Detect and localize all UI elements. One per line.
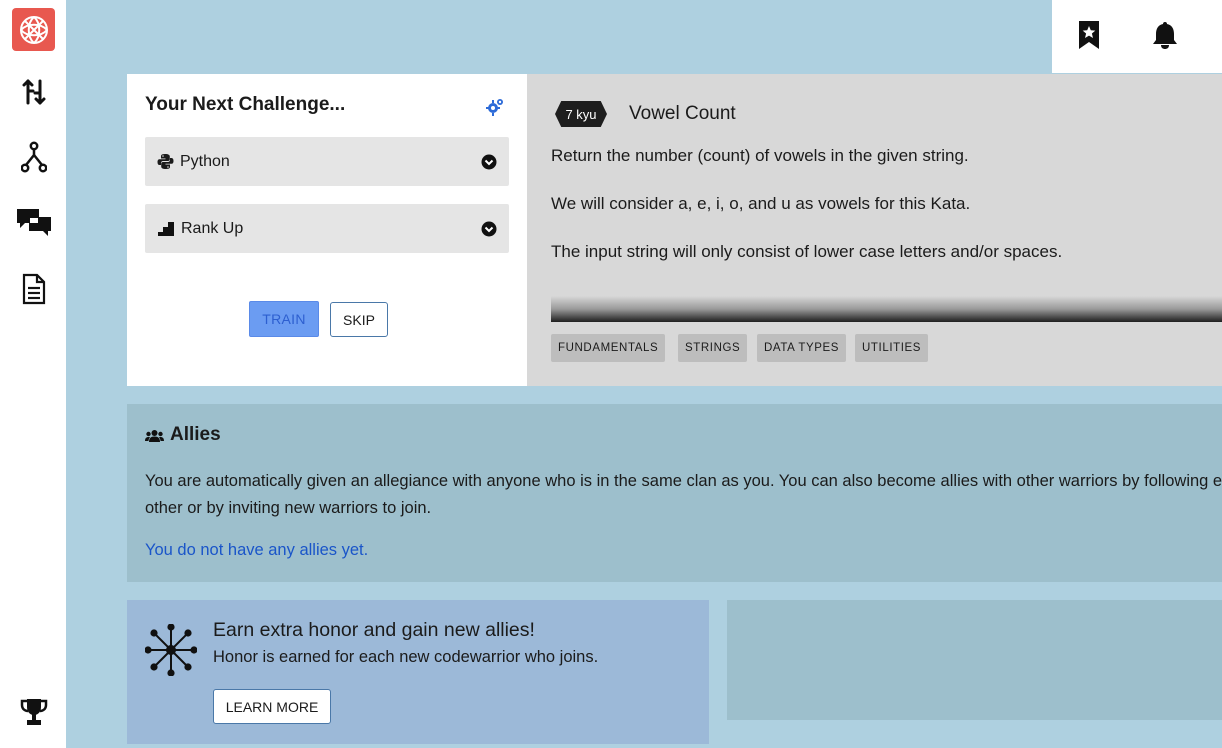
allies-panel: Allies You are automatically given an al… xyxy=(127,404,1222,582)
kata-description-line: We will consider a, e, i, o, and u as vo… xyxy=(551,194,971,213)
fork-icon[interactable] xyxy=(15,140,53,174)
discuss-chat-icon[interactable] xyxy=(15,204,53,238)
no-allies-message: You do not have any allies yet. xyxy=(145,541,369,559)
language-select[interactable]: Python xyxy=(145,137,509,186)
tag-data-types[interactable]: DATA TYPES xyxy=(757,334,847,362)
description-fade xyxy=(551,296,1222,322)
strategy-label: Rank Up xyxy=(181,219,244,237)
python-icon xyxy=(157,153,174,170)
chevron-down-icon xyxy=(481,154,497,170)
allies-title: Allies xyxy=(170,424,221,445)
learn-more-button[interactable]: LEARN MORE xyxy=(213,689,331,724)
next-challenge-heading: Your Next Challenge... xyxy=(145,94,346,115)
empty-panel xyxy=(727,600,1222,720)
rank-up-steps-icon xyxy=(157,221,175,237)
tag-fundamentals[interactable]: FUNDAMENTALS xyxy=(551,334,666,362)
docs-document-icon[interactable] xyxy=(15,272,53,306)
next-challenge-panel: Your Next Challenge... Python Rank Up TR… xyxy=(127,74,527,386)
tag-strings[interactable]: STRINGS xyxy=(678,334,748,362)
kyu-rank-badge: 7 kyu xyxy=(555,101,607,127)
settings-gear-icon[interactable] xyxy=(484,96,506,118)
bookmark-star-icon[interactable] xyxy=(1073,18,1105,52)
sidebar xyxy=(0,0,66,748)
tag-utilities[interactable]: UTILITIES xyxy=(855,334,929,362)
codewars-logo[interactable] xyxy=(12,8,55,51)
kata-title[interactable]: Vowel Count xyxy=(629,103,736,125)
top-bar xyxy=(1052,0,1222,73)
skip-button[interactable]: SKIP xyxy=(330,302,388,337)
referral-subtitle: Honor is earned for each new codewarrior… xyxy=(213,648,599,666)
logo-icon xyxy=(19,15,48,44)
referral-title: Earn extra honor and gain new allies! xyxy=(213,619,535,641)
kata-preview-panel: 7 kyu Vowel Count Return the number (cou… xyxy=(527,74,1222,386)
kata-description-line: The input string will only consist of lo… xyxy=(551,242,1063,261)
leaderboard-trophy-icon[interactable] xyxy=(15,695,53,729)
bell-icon[interactable] xyxy=(1149,18,1181,52)
train-button[interactable]: TRAIN xyxy=(249,301,319,337)
strategy-select[interactable]: Rank Up xyxy=(145,204,509,253)
network-burst-icon xyxy=(145,624,197,676)
kata-description-line: Return the number (count) of vowels in t… xyxy=(551,146,969,165)
users-group-icon xyxy=(145,428,164,443)
allies-description: You are automatically given an allegianc… xyxy=(145,472,1222,517)
referral-panel: Earn extra honor and gain new allies! Ho… xyxy=(127,600,709,744)
allies-heading: Allies xyxy=(145,424,221,446)
language-label: Python xyxy=(180,152,230,170)
practice-swap-icon[interactable] xyxy=(15,75,53,109)
chevron-down-icon xyxy=(481,221,497,237)
